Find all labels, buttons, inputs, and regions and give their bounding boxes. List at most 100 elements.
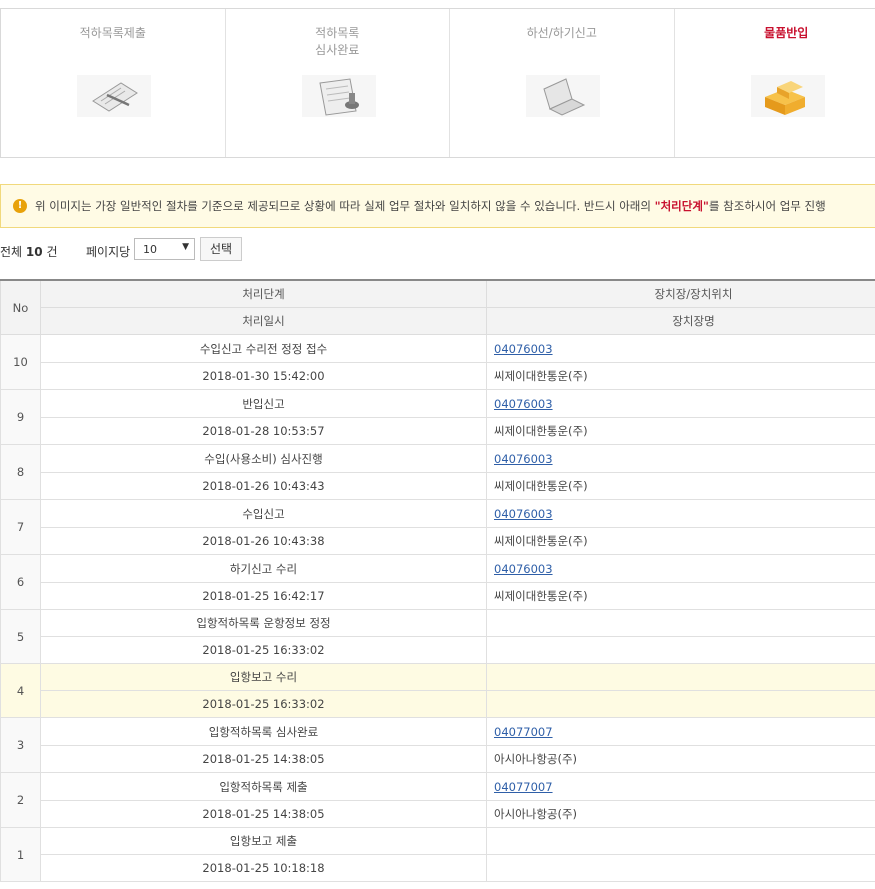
row-number: 5 <box>0 609 41 664</box>
total-count: 전체 10 건 <box>0 243 58 260</box>
table-row-sub: 2018-01-25 16:33:02 <box>1 690 875 718</box>
per-page-select[interactable]: 10 ▼ <box>134 238 195 260</box>
process-datetime: 2018-01-25 16:33:02 <box>40 636 487 664</box>
per-page-value: 10 <box>143 243 157 256</box>
location-code-link[interactable]: 04076003 <box>494 452 553 466</box>
table-row: 7 수입신고 04076003 <box>0 499 875 555</box>
clipboard-pen-icon <box>77 75 151 117</box>
table-row: 3 입항적하목록 심사완료 04077007 <box>0 717 875 773</box>
table-row: 5 입항적하목록 운항정보 정정 <box>0 609 875 664</box>
process-step: 반입신고 <box>40 389 487 418</box>
location-cell: 04076003 <box>486 499 875 528</box>
table-row-sub: 2018-01-25 14:38:05 아시아나항공(주) <box>1 800 875 828</box>
location-cell: 04076003 <box>486 554 875 583</box>
process-step: 하기신고 수리 <box>40 554 487 583</box>
col-header-step: 처리단계 <box>40 279 487 308</box>
location-name <box>486 690 875 718</box>
chevron-down-icon: ▼ <box>182 242 189 252</box>
row-number: 8 <box>0 444 41 500</box>
location-name <box>486 854 875 882</box>
table-row: 4 입항보고 수리 <box>0 663 875 718</box>
process-datetime: 2018-01-28 10:53:57 <box>40 417 487 445</box>
location-code-link[interactable]: 04077007 <box>494 780 553 794</box>
process-datetime: 2018-01-25 10:18:18 <box>40 854 487 882</box>
location-cell: 04077007 <box>486 717 875 746</box>
table-row-sub: 2018-01-25 16:42:17 씨제이대한통운(주) <box>1 582 875 610</box>
process-datetime: 2018-01-30 15:42:00 <box>40 362 487 390</box>
location-cell <box>486 827 875 855</box>
col-header-datetime: 처리일시 <box>40 307 487 335</box>
row-number: 4 <box>0 663 41 718</box>
table-row-sub: 2018-01-26 10:43:38 씨제이대한통운(주) <box>1 527 875 555</box>
notice-message: 위 이미지는 가장 일반적인 절차를 기준으로 제공되므로 상황에 따라 실제 … <box>35 198 826 214</box>
location-name: 씨제이대한통운(주) <box>486 582 875 610</box>
row-number: 1 <box>0 827 41 882</box>
process-steps: 적하목록제출 적하목록 심사완료 하선/하기신고 물품반입 <box>0 8 875 158</box>
process-datetime: 2018-01-25 14:38:05 <box>40 800 487 828</box>
location-cell <box>486 663 875 691</box>
table-row-sub: 2018-01-25 10:18:18 <box>1 854 875 882</box>
process-step: 입항적하목록 심사완료 <box>40 717 487 746</box>
process-step: 입항보고 제출 <box>40 827 487 855</box>
table-body: 10 수입신고 수리전 정정 접수 04076003 2018-01-30 15:42… <box>0 334 875 882</box>
location-name: 아시아나항공(주) <box>486 800 875 828</box>
location-cell: 04076003 <box>486 389 875 418</box>
paging-controls: 전체 10 건 페이지당 10 ▼ 선택 <box>0 237 300 263</box>
table-row-sub: 2018-01-25 16:33:02 <box>1 636 875 664</box>
location-code-link[interactable]: 04076003 <box>494 507 553 521</box>
process-datetime: 2018-01-26 10:43:38 <box>40 527 487 555</box>
location-name: 씨제이대한통운(주) <box>486 417 875 445</box>
location-name: 아시아나항공(주) <box>486 745 875 773</box>
process-datetime: 2018-01-25 14:38:05 <box>40 745 487 773</box>
process-step: 입항적하목록 제출 <box>40 772 487 801</box>
location-code-link[interactable]: 04077007 <box>494 725 553 739</box>
notice-text-end: 를 참조하시어 업무 진행 <box>708 199 826 213</box>
select-button[interactable]: 선택 <box>200 237 242 261</box>
notice-highlight: "처리단계" <box>654 199 709 213</box>
step-unloading-report: 하선/하기신고 <box>450 9 675 157</box>
location-code-link[interactable]: 04076003 <box>494 342 553 356</box>
row-number: 6 <box>0 554 41 610</box>
location-code-link[interactable]: 04076003 <box>494 397 553 411</box>
table-row-sub: 2018-01-28 10:53:57 씨제이대한통운(주) <box>1 417 875 445</box>
table-row: 8 수입(사용소비) 심사진행 04076003 <box>0 444 875 500</box>
boxes-icon <box>750 75 825 117</box>
process-datetime: 2018-01-25 16:33:02 <box>40 690 487 718</box>
col-header-no: No <box>0 279 41 335</box>
table-row: 10 수입신고 수리전 정정 접수 04076003 <box>0 334 875 390</box>
location-name: 씨제이대한통운(주) <box>486 527 875 555</box>
process-datetime: 2018-01-26 10:43:43 <box>40 472 487 500</box>
notice-text: 위 이미지는 가장 일반적인 절차를 기준으로 제공되므로 상황에 따라 실제 … <box>35 199 655 213</box>
row-number: 9 <box>0 389 41 445</box>
col-header-location: 장치장/장치위치 <box>486 279 875 308</box>
table-row: 9 반입신고 04076003 <box>0 389 875 445</box>
step-label: 적하목록제출 <box>79 26 146 40</box>
warning-icon: ! <box>13 199 27 213</box>
row-number: 10 <box>0 334 41 390</box>
location-code-link[interactable]: 04076003 <box>494 562 553 576</box>
total-label: 전체 <box>0 245 23 259</box>
table-row: 1 입항보고 제출 <box>0 827 875 882</box>
table-row-sub: 2018-01-30 15:42:00 씨제이대한통운(주) <box>1 362 875 390</box>
total-unit: 건 <box>46 245 58 259</box>
row-number: 2 <box>0 772 41 828</box>
process-history-table: No 처리단계 장치장/장치위치 처리일시 장치장명 10 수입신고 수리전 정정… <box>0 279 875 882</box>
table-row: 2 입항적하목록 제출 04077007 <box>0 772 875 828</box>
stamp-document-icon <box>301 75 376 117</box>
location-cell: 04077007 <box>486 772 875 801</box>
warning-notice: ! 위 이미지는 가장 일반적인 절차를 기준으로 제공되므로 상황에 따라 실… <box>0 184 875 228</box>
table-row-sub: 2018-01-26 10:43:43 씨제이대한통운(주) <box>1 472 875 500</box>
step-goods-entry: 물품반입 <box>675 9 875 157</box>
col-header-location-name: 장치장명 <box>486 307 875 335</box>
step-label: 적하목록 심사완료 <box>315 26 360 57</box>
row-number: 7 <box>0 499 41 555</box>
location-name <box>486 636 875 664</box>
process-step: 수입(사용소비) 심사진행 <box>40 444 487 473</box>
location-name: 씨제이대한통운(주) <box>486 362 875 390</box>
location-cell: 04076003 <box>486 334 875 363</box>
total-number: 10 <box>25 245 43 259</box>
laptop-icon <box>526 75 600 117</box>
table-row: 6 하기신고 수리 04076003 <box>0 554 875 610</box>
location-name: 씨제이대한통운(주) <box>486 472 875 500</box>
row-number: 3 <box>0 717 41 773</box>
